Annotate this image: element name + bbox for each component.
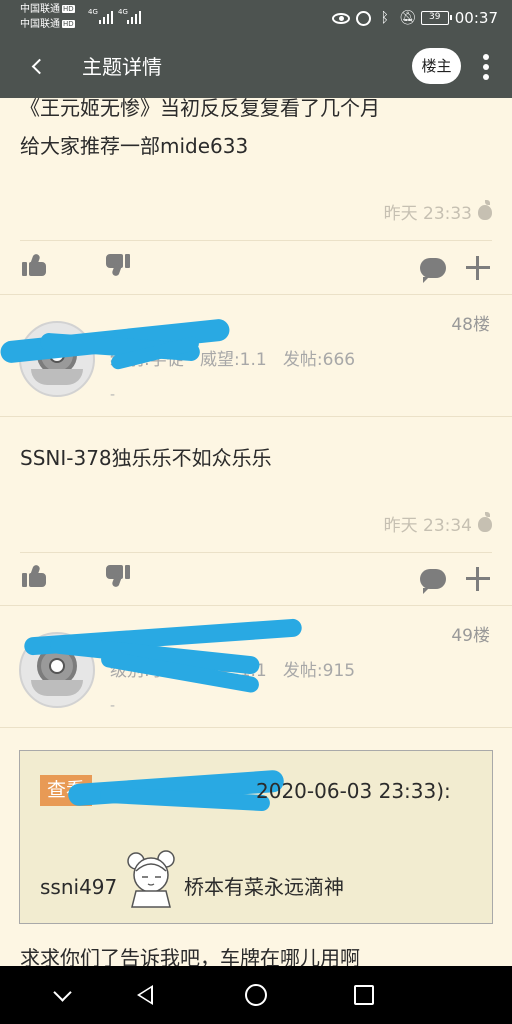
- carrier-2: 中国联通 HD: [20, 19, 75, 31]
- nav-home-icon[interactable]: [245, 984, 267, 1006]
- post-actions: [0, 553, 512, 605]
- system-nav-bar: [0, 966, 512, 1024]
- add-icon[interactable]: [464, 254, 492, 282]
- post-time-label: 昨天 23:34: [383, 516, 472, 536]
- post-text-line: SSNI-378独乐乐不如众乐乐: [20, 446, 272, 470]
- apple-icon: [478, 200, 492, 220]
- apple-icon: [478, 512, 492, 532]
- quote-time: 2020-06-03 23:33):: [256, 779, 451, 803]
- hd-badge-2: HD: [62, 20, 75, 28]
- quote-text: 桥本有菜永远滴神: [184, 875, 344, 899]
- owner-only-button[interactable]: 楼主: [412, 48, 461, 84]
- carrier-2-label: 中国联通: [20, 19, 60, 30]
- post-text-line: 给大家推荐一部mide633: [20, 134, 249, 158]
- dislike-icon[interactable]: [106, 254, 130, 277]
- add-icon[interactable]: [464, 565, 492, 593]
- like-icon[interactable]: [22, 253, 46, 276]
- title-bar: 主题详情 楼主: [0, 36, 512, 98]
- floor-number: 49楼: [451, 626, 490, 646]
- divider: [0, 416, 512, 417]
- back-button[interactable]: [22, 50, 54, 82]
- alarm-icon: [355, 10, 371, 26]
- user-signature: -: [110, 387, 116, 403]
- status-icons: ᛒ 🔕︎ 39 00:37: [331, 8, 498, 28]
- divider: [0, 605, 512, 606]
- divider: [0, 294, 512, 295]
- post-text-line: 《王元姬无惨》当初反反复复看了几个月: [20, 98, 380, 120]
- hd-badge-1: HD: [62, 5, 75, 13]
- post-text-line: 求求你们了告诉我吧，车牌在哪儿用啊: [20, 946, 360, 966]
- eye-comfort-icon: [331, 12, 350, 24]
- floor-number: 48楼: [451, 315, 490, 335]
- post-time-label: 昨天 23:33: [383, 204, 472, 224]
- post-actions: [0, 242, 512, 294]
- quote-text: ssni497: [40, 875, 118, 899]
- sticker-emoji: [127, 850, 175, 908]
- post-time: 昨天 23:33: [383, 200, 492, 226]
- comment-icon[interactable]: [420, 569, 446, 594]
- mute-icon: 🔕︎: [398, 10, 417, 26]
- network-type-1: 4G: [88, 8, 98, 16]
- clock: 00:37: [454, 9, 498, 27]
- more-menu-icon[interactable]: [476, 50, 496, 84]
- carrier-1: 中国联通 HD: [20, 4, 75, 16]
- user-signature: -: [110, 698, 116, 714]
- comment-icon[interactable]: [420, 258, 446, 283]
- thread-content[interactable]: 《王元姬无惨》当初反反复复看了几个月 给大家推荐一部mide633 昨天 23:…: [0, 98, 512, 966]
- hide-nav-icon[interactable]: [53, 983, 72, 1002]
- nav-back-icon[interactable]: [137, 985, 153, 1005]
- battery-icon: 39: [420, 11, 452, 25]
- like-icon[interactable]: [22, 564, 46, 587]
- dislike-icon[interactable]: [106, 565, 130, 588]
- quote-box: 查看 2020-06-03 23:33): ssni497 桥本有菜永远滴神: [19, 750, 493, 924]
- signal-icon-1: [99, 10, 117, 24]
- divider: [0, 727, 512, 728]
- signal-icon-2: [127, 10, 145, 24]
- nav-recents-icon[interactable]: [354, 985, 374, 1005]
- bluetooth-icon: ᛒ: [380, 10, 389, 26]
- carrier-1-label: 中国联通: [20, 4, 60, 15]
- page-title: 主题详情: [82, 55, 162, 79]
- post-time: 昨天 23:34: [383, 512, 492, 538]
- status-bar: 中国联通 HD 中国联通 HD 4G 4G ᛒ 🔕︎ 39 00:37: [0, 0, 512, 36]
- divider: [20, 240, 492, 241]
